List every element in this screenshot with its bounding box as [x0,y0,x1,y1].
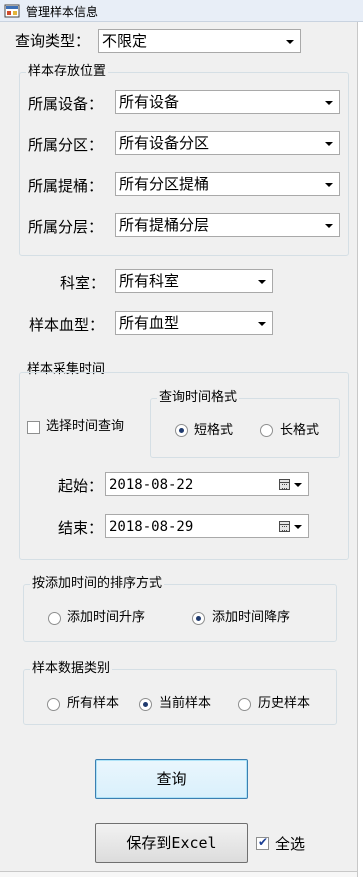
sort-asc-radio[interactable] [48,612,61,625]
start-date-value: 2018-08-22 [109,477,194,493]
radio-selected-dot [143,702,148,707]
bucket-select[interactable]: 所有分区提桶 [115,172,340,196]
partition-label: 所属分区： [28,136,104,154]
data-category-legend: 样本数据类别 [30,661,113,677]
layer-select[interactable]: 所有提桶分层 [115,213,340,237]
sort-order-legend: 按添加时间的排序方式 [30,576,165,592]
checkmark-icon: ✔ [258,835,269,849]
category-all-radio[interactable] [47,698,60,711]
partition-select[interactable]: 所有设备分区 [115,131,340,155]
bucket-label: 所属提桶： [28,177,104,195]
department-select[interactable]: 所有科室 [115,269,273,293]
chevron-down-icon [325,101,333,105]
title-bar: 管理样本信息 [0,0,363,22]
start-date-picker[interactable]: 2018-08-22 [105,472,309,496]
sort-desc-radio[interactable] [192,612,205,625]
radio-selected-dot [179,428,184,433]
blood-type-value: 所有血型 [119,314,180,332]
window-title: 管理样本信息 [26,5,99,19]
calendar-icon [279,479,290,490]
time-query-label: 选择时间查询 [46,419,125,434]
query-button[interactable]: 查询 [95,759,248,799]
select-all-checkbox[interactable]: ✔ [256,835,269,850]
chevron-down-icon [286,40,294,44]
category-all-label: 所有样本 [67,696,120,711]
save-to-excel-label: 保存到Excel [126,834,217,852]
time-query-checkbox[interactable] [27,421,40,434]
chevron-down-icon [294,525,302,529]
category-history-label: 历史样本 [258,696,311,711]
storage-location-legend: 样本存放位置 [26,64,109,80]
end-date-value: 2018-08-29 [109,519,194,535]
start-date-label: 起始： [58,477,104,495]
category-history-radio[interactable] [238,698,251,711]
window-edge-bottom [0,871,357,877]
chevron-down-icon [258,280,266,284]
bucket-value: 所有分区提桶 [119,175,210,193]
device-select[interactable]: 所有设备 [115,90,340,114]
category-current-label: 当前样本 [159,696,212,711]
end-date-label: 结束： [58,519,104,537]
blood-type-select[interactable]: 所有血型 [115,311,273,335]
chevron-down-icon [325,183,333,187]
category-current-radio[interactable] [139,698,152,711]
chevron-down-icon [325,224,333,228]
calendar-icon [279,521,290,532]
chevron-down-icon [325,142,333,146]
save-to-excel-button[interactable]: 保存到Excel [95,823,248,863]
query-type-value: 不限定 [102,32,148,50]
device-value: 所有设备 [119,93,180,111]
department-label: 科室： [60,274,106,292]
blood-type-label: 样本血型： [29,316,105,334]
device-label: 所属设备： [28,95,104,113]
department-value: 所有科室 [119,272,180,290]
layer-value: 所有提桶分层 [119,216,210,234]
long-format-label: 长格式 [280,423,320,438]
select-all-label: 全选 [275,835,306,853]
short-format-label: 短格式 [194,423,234,438]
window-edge-right [357,22,363,877]
chevron-down-icon [294,483,302,487]
long-format-radio[interactable] [260,424,273,437]
query-type-label: 查询类型： [15,32,91,50]
sort-desc-label: 添加时间降序 [212,610,291,625]
layer-label: 所属分层： [28,218,104,236]
query-type-select[interactable]: 不限定 [98,29,301,53]
chevron-down-icon [258,322,266,326]
app-icon [4,4,20,18]
radio-selected-dot [196,616,201,621]
sort-asc-label: 添加时间升序 [67,610,146,625]
time-format-legend: 查询时间格式 [157,390,240,406]
short-format-radio[interactable] [175,424,188,437]
partition-value: 所有设备分区 [119,134,210,152]
end-date-picker[interactable]: 2018-08-29 [105,514,309,538]
